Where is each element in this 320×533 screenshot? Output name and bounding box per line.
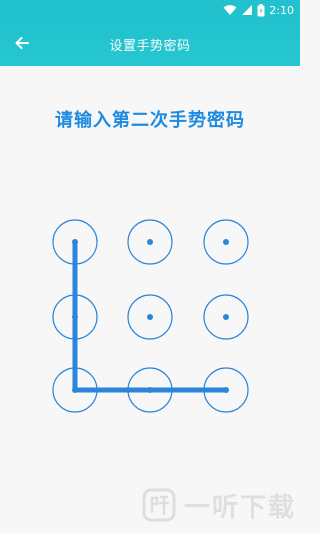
pattern-dot-center xyxy=(147,314,153,320)
pattern-dot-2[interactable] xyxy=(127,219,173,265)
pattern-dot-center xyxy=(72,387,78,393)
ting-logo-icon xyxy=(142,488,176,522)
pattern-dot-center xyxy=(223,314,229,320)
pattern-dot-center xyxy=(223,387,229,393)
pattern-dot-5[interactable] xyxy=(127,294,173,340)
pattern-dot-center xyxy=(72,314,78,320)
gesture-pattern-grid[interactable] xyxy=(0,0,300,533)
pattern-dot-center xyxy=(147,387,153,393)
pattern-dot-6[interactable] xyxy=(203,294,249,340)
pattern-dot-center xyxy=(223,239,229,245)
watermark: 一听下载 xyxy=(142,488,297,523)
pattern-dot-center xyxy=(72,239,78,245)
pattern-dot-center xyxy=(147,239,153,245)
pattern-dot-3[interactable] xyxy=(203,219,249,265)
watermark-text: 一听下载 xyxy=(184,492,297,523)
